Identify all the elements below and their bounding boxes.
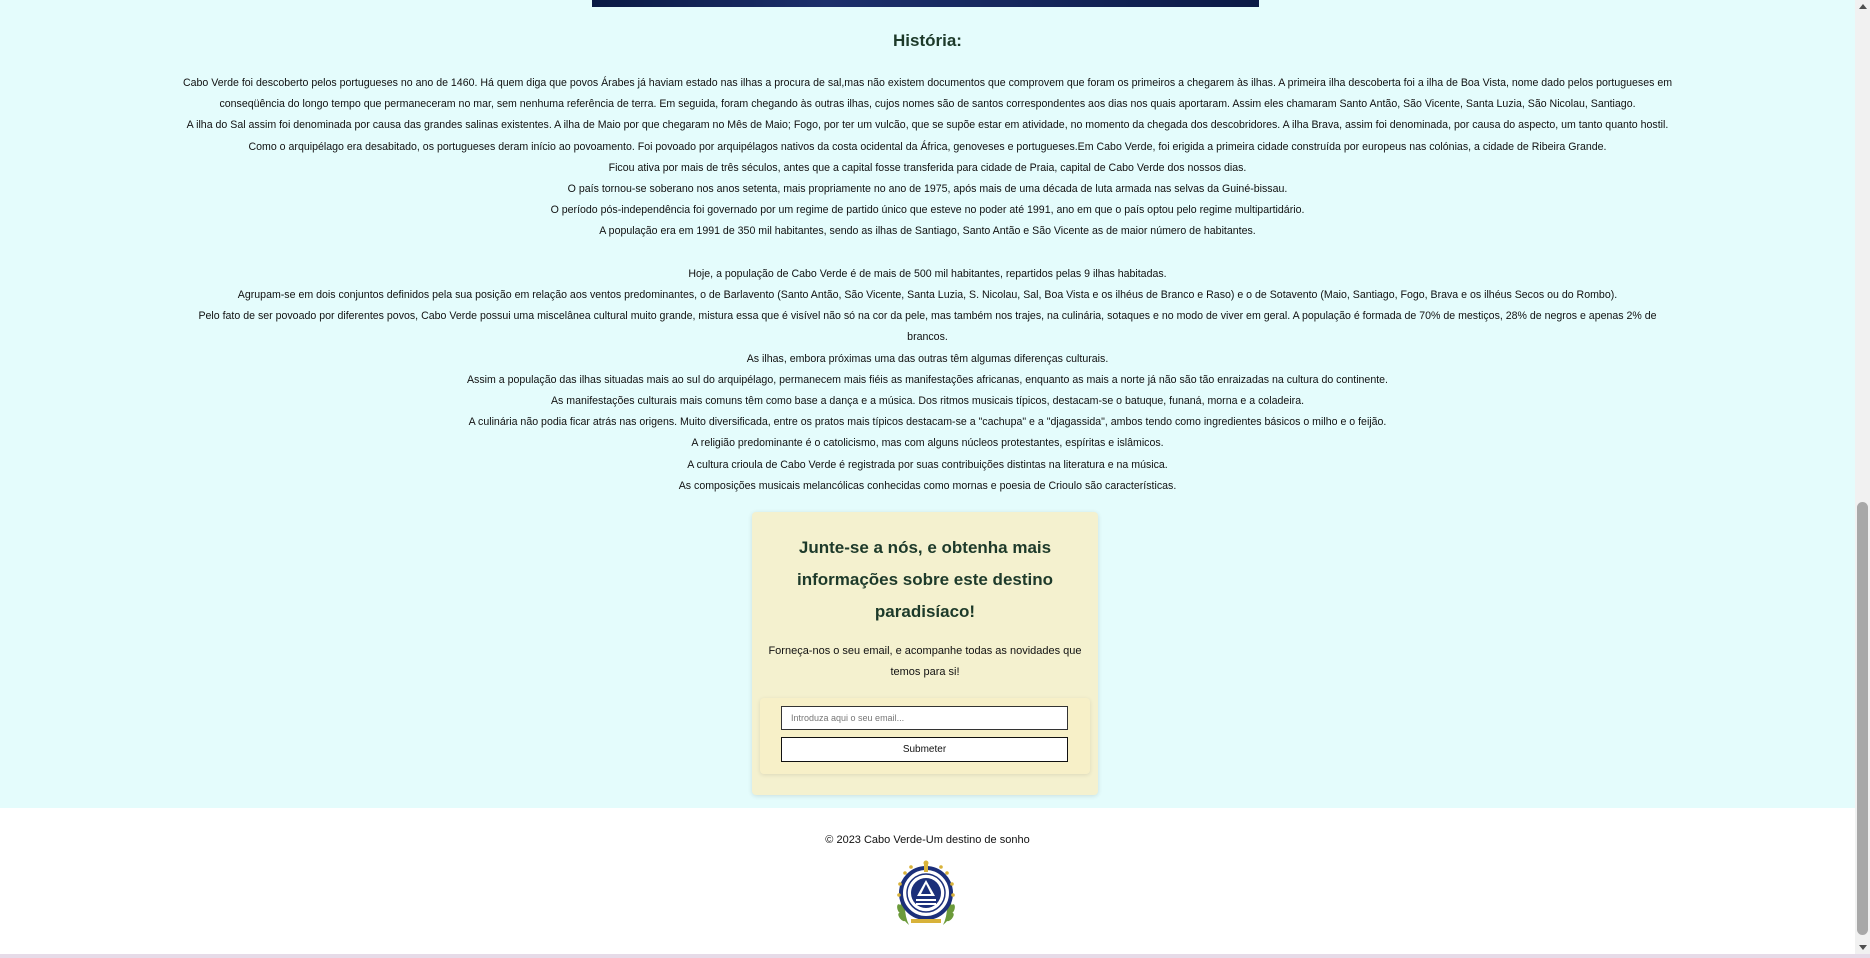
vertical-scrollbar[interactable] — [1855, 0, 1870, 954]
scrollbar-thumb[interactable] — [1857, 502, 1868, 935]
email-input[interactable] — [781, 706, 1068, 730]
newsletter-form: Submeter — [760, 698, 1090, 774]
history-paragraph: A culinária não podia ficar atrás nas or… — [468, 416, 1387, 429]
history-paragraph: Ficou ativa por mais de três séculos, an… — [608, 161, 1247, 174]
cabo-verde-coat-of-arms-icon — [891, 859, 961, 929]
newsletter-card: Junte-se a nós, e obtenha mais informaçõ… — [752, 512, 1098, 795]
main-content: História: Cabo Verde foi descoberto pelo… — [0, 0, 1855, 808]
history-paragraph: As composições musicais melancólicas con… — [678, 479, 1177, 492]
history-paragraph: Cabo Verde foi descoberto pelos portugue… — [182, 77, 1673, 111]
history-text: Cabo Verde foi descoberto pelos portugue… — [180, 73, 1675, 497]
history-paragraph: As ilhas, embora próximas uma das outras… — [746, 352, 1109, 365]
submit-button[interactable]: Submeter — [781, 737, 1068, 762]
history-paragraph: A cultura crioula de Cabo Verde é regist… — [687, 458, 1168, 471]
history-paragraph: A ilha do Sal assim foi denominada por c… — [186, 119, 1669, 153]
window-bottom-edge — [0, 954, 1870, 958]
newsletter-description: Forneça-nos o seu email, e acompanhe tod… — [768, 645, 1082, 678]
history-paragraph: Hoje, a população de Cabo Verde é de mai… — [688, 267, 1167, 280]
history-paragraph: Pelo fato de ser povoado por diferentes … — [198, 310, 1657, 344]
history-title: História: — [893, 31, 962, 50]
history-paragraph: Agrupam-se em dois conjuntos definidos p… — [237, 289, 1618, 302]
hero-image-bottom-edge — [592, 0, 1259, 7]
scroll-down-icon[interactable] — [1859, 945, 1867, 950]
history-paragraph: A religião predominante é o catolicismo,… — [691, 437, 1164, 450]
copyright-text: © 2023 Cabo Verde-Um destino de sonho — [825, 834, 1030, 846]
history-paragraph: As manifestações culturais mais comuns t… — [550, 395, 1305, 408]
page: História: Cabo Verde foi descoberto pelo… — [0, 0, 1855, 958]
scroll-up-icon[interactable] — [1859, 4, 1867, 9]
history-paragraph: Assim a população das ilhas situadas mai… — [466, 373, 1388, 386]
history-paragraph: A população era em 1991 de 350 mil habit… — [599, 225, 1256, 238]
footer: © 2023 Cabo Verde-Um destino de sonho — [0, 808, 1855, 954]
history-paragraph: O país tornou-se soberano nos anos seten… — [567, 183, 1288, 196]
history-paragraph: O período pós-independência foi governad… — [550, 204, 1305, 217]
newsletter-heading: Junte-se a nós, e obtenha mais informaçõ… — [796, 538, 1054, 621]
